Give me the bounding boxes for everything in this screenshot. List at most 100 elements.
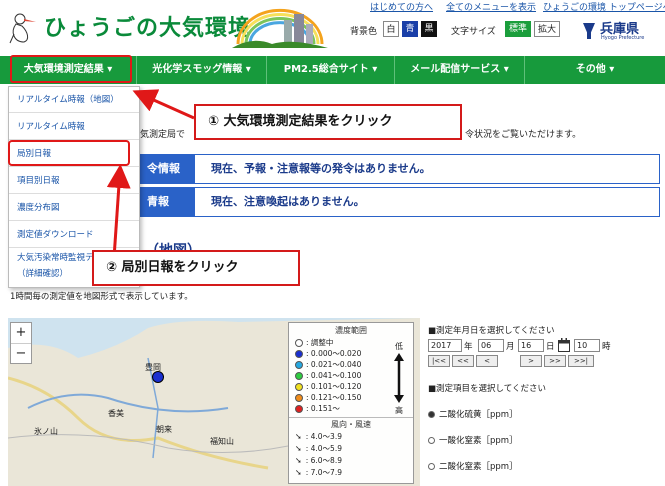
stork-logo-icon bbox=[9, 13, 36, 44]
wind-arrow-icon: ➘ bbox=[295, 432, 302, 441]
nav-photochemical-smog[interactable]: 光化学スモッグ情報 ▾ bbox=[137, 56, 267, 84]
station-marker[interactable] bbox=[152, 371, 164, 383]
wind-row-3: ➘: 6.0～8.9 bbox=[295, 456, 342, 465]
alert-text-caution: 現在、注意喚起はありません。 bbox=[211, 195, 365, 208]
calendar-icon[interactable] bbox=[558, 338, 570, 352]
callout-step2: ② 局別日報をクリック bbox=[92, 250, 300, 286]
legend-title: 濃度範囲 bbox=[335, 326, 367, 335]
legend-row-4: : 0.101～0.120 bbox=[295, 381, 361, 392]
bg-white-button[interactable]: 白 bbox=[383, 21, 399, 37]
legend-dot-6 bbox=[295, 405, 303, 413]
alert-row-forecast: 令情報 現在、予報・注意報等の発令はありません。 bbox=[140, 154, 660, 184]
wind-arrow-icon: ➘ bbox=[295, 468, 302, 477]
item-radio-no2[interactable]: 二酸化窒素［ppm］ bbox=[428, 460, 518, 472]
alert-head-forecast: 令情報 bbox=[141, 155, 195, 183]
nav-prev-fast-button[interactable]: << bbox=[452, 355, 474, 367]
header: ひょうごの大気環境 はじめての方へ 全てのメニューを表示 ひょうごの環境 トップ… bbox=[0, 0, 665, 56]
nav-next-fast-button[interactable]: >> bbox=[544, 355, 566, 367]
top-links: はじめての方へ 全てのメニューを表示 ひょうごの環境 トップページへ bbox=[368, 0, 665, 14]
nav-other[interactable]: その他 ▾ bbox=[525, 56, 665, 84]
legend-row-2: : 0.021～0.040 bbox=[295, 359, 361, 370]
controls-panel: ■測定年月日を選択してください 2017 年 06 月 16 日 10 時 |<… bbox=[424, 318, 665, 486]
intro-text-fragment: 気測定局で bbox=[140, 130, 186, 140]
legend-dot-2 bbox=[295, 361, 303, 369]
wind-title: 風向・風速 bbox=[289, 417, 413, 430]
radio-no[interactable] bbox=[428, 437, 435, 444]
hour-select[interactable]: 10 bbox=[574, 339, 600, 352]
time-note: 1時間毎の測定値を地図形式で表示しています。 bbox=[10, 292, 193, 302]
highlight-nav-air-results bbox=[10, 55, 132, 83]
zoom-in-button[interactable]: + bbox=[11, 323, 31, 343]
callout-step1: ① 大気環境測定結果をクリック bbox=[194, 104, 462, 140]
legend-high-label: 高 bbox=[395, 406, 403, 415]
item-radio-so2[interactable]: 二酸化硫黄［ppm］ bbox=[428, 408, 518, 420]
nav-mail-service[interactable]: メール配信サービス ▾ bbox=[395, 56, 525, 84]
nav-last-button[interactable]: >>| bbox=[568, 355, 594, 367]
date-select-title: ■測定年月日を選択してください bbox=[428, 326, 555, 336]
place-label-kami: 香美 bbox=[108, 409, 124, 418]
legend-row-6: : 0.151～ bbox=[295, 403, 340, 414]
bg-color-label: 背景色 bbox=[350, 27, 378, 37]
day-select[interactable]: 16 bbox=[518, 339, 544, 352]
highlight-station-daily bbox=[8, 140, 130, 166]
place-label-asago: 朝来 bbox=[156, 425, 172, 434]
month-select[interactable]: 06 bbox=[478, 339, 504, 352]
font-large-button[interactable]: 拡大 bbox=[534, 21, 560, 37]
alert-text-forecast: 現在、予報・注意報等の発令はありません。 bbox=[211, 162, 431, 175]
radio-so2[interactable] bbox=[428, 411, 435, 418]
hyogo-pref-emblem-icon bbox=[583, 23, 595, 39]
nav-first-button[interactable]: |<< bbox=[428, 355, 450, 367]
wind-arrow-icon: ➘ bbox=[295, 444, 302, 453]
dropdown-item-realtime[interactable]: リアルタイム時報 bbox=[9, 114, 139, 140]
year-select[interactable]: 2017 bbox=[428, 339, 462, 352]
radio-no2[interactable] bbox=[428, 463, 435, 470]
place-label-hyonosen: 氷ノ山 bbox=[34, 427, 58, 436]
map-legend-panel: 濃度範囲 : 調整中 : 0.000～0.020 : 0.021～0.040 :… bbox=[288, 322, 414, 484]
legend-row-5: : 0.121～0.150 bbox=[295, 392, 361, 403]
wind-row-4: ➘: 7.0～7.9 bbox=[295, 468, 342, 477]
legend-low-label: 低 bbox=[395, 342, 403, 351]
nav-next-button[interactable]: > bbox=[520, 355, 542, 367]
wind-arrow-icon: ➘ bbox=[295, 456, 302, 465]
dropdown-item-item-daily[interactable]: 項目別日報 bbox=[9, 168, 139, 194]
alert-row-caution: 青報 現在、注意喚起はありません。 bbox=[140, 187, 660, 217]
arrow-to-nav bbox=[132, 89, 195, 120]
link-beginners[interactable]: はじめての方へ bbox=[370, 0, 433, 13]
legend-dot-5 bbox=[295, 394, 303, 402]
dropdown-item-realtime-map[interactable]: リアルタイム時報（地図） bbox=[9, 87, 139, 113]
legend-dot-adjusting bbox=[295, 339, 303, 347]
bg-black-button[interactable]: 黒 bbox=[421, 21, 437, 37]
item-radio-no[interactable]: 一酸化窒素［ppm］ bbox=[428, 434, 518, 446]
font-size-label: 文字サイズ bbox=[451, 27, 496, 37]
wind-row-2: ➘: 4.0～5.9 bbox=[295, 444, 342, 453]
legend-dot-1 bbox=[295, 350, 303, 358]
link-env-top[interactable]: ひょうごの環境 トップページへ bbox=[543, 0, 665, 13]
prefecture-subtitle: Hyogo Prefecture bbox=[601, 35, 645, 41]
font-standard-button[interactable]: 標準 bbox=[505, 21, 531, 37]
wind-row-1: ➘: 4.0～3.9 bbox=[295, 432, 342, 441]
nav-prev-button[interactable]: < bbox=[476, 355, 498, 367]
bg-blue-button[interactable]: 青 bbox=[402, 21, 418, 37]
dropdown-item-download[interactable]: 測定値ダウンロード bbox=[9, 222, 139, 248]
legend-row-3: : 0.041～0.100 bbox=[295, 370, 361, 381]
intro-text-tail: 令状況をご覧いただけます。 bbox=[465, 130, 582, 140]
item-select-title: ■測定項目を選択してください bbox=[428, 384, 547, 394]
dropdown-item-concentration-map[interactable]: 濃度分布図 bbox=[9, 195, 139, 221]
legend-row-1: : 0.000～0.020 bbox=[295, 348, 361, 359]
zoom-control: + − bbox=[10, 322, 32, 364]
legend-dot-3 bbox=[295, 372, 303, 380]
alert-head-caution: 青報 bbox=[141, 188, 195, 216]
legend-scale-arrow-icon bbox=[394, 353, 404, 403]
month-unit: 月 bbox=[506, 342, 515, 352]
site-logo-text[interactable]: ひょうごの大気環境 bbox=[44, 10, 251, 42]
place-label-fukuchiyama: 福知山 bbox=[210, 437, 234, 446]
nav-pm25[interactable]: PM2.5総合サイト ▾ bbox=[267, 56, 395, 84]
rainbow-city-illustration-icon bbox=[232, 8, 328, 48]
year-unit: 年 bbox=[464, 342, 473, 352]
hour-unit: 時 bbox=[602, 342, 611, 352]
legend-row-adjusting: : 調整中 bbox=[295, 337, 333, 348]
legend-dot-4 bbox=[295, 383, 303, 391]
zoom-out-button[interactable]: − bbox=[11, 343, 31, 364]
day-unit: 日 bbox=[546, 342, 555, 352]
link-all-menu[interactable]: 全てのメニューを表示 bbox=[446, 0, 536, 13]
